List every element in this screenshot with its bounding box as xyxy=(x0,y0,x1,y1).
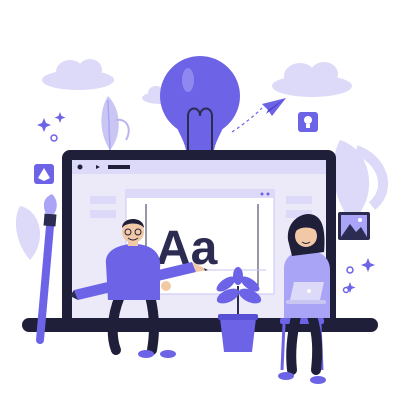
leaf-decoration-bottom-left xyxy=(15,206,41,260)
pen-nib-icon xyxy=(34,164,54,184)
bulb-badge-icon xyxy=(298,112,318,132)
cloud-icon-right xyxy=(272,62,352,97)
laptop-base xyxy=(22,318,378,332)
image-icon xyxy=(338,212,370,240)
design-illustration: Aa xyxy=(15,56,389,384)
paper-plane-icon xyxy=(231,98,286,133)
cloud-icon-left xyxy=(42,59,114,90)
illustration-stage: Aa xyxy=(0,0,400,400)
leaf-decoration-left xyxy=(101,96,130,151)
leaf-decoration-right xyxy=(333,140,389,222)
